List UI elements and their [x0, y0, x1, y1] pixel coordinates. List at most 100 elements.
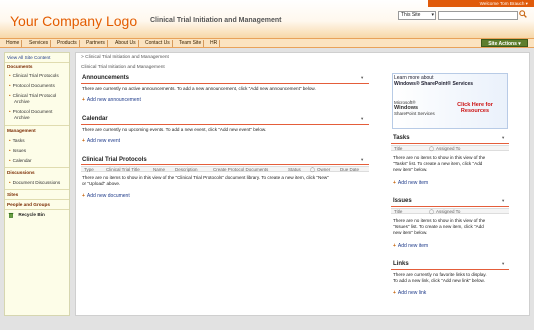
nav-item-protocol-documents[interactable]: Protocol Documents [9, 83, 55, 88]
tab-home[interactable]: Home [4, 40, 23, 47]
recycle-bin-link[interactable]: Recycle Bin [8, 212, 45, 218]
nav-divider [5, 199, 69, 200]
welcome-menu[interactable]: Welcome Tom Brauch ▾ [428, 0, 534, 7]
add-new-announcement-label: Add new announcement [86, 97, 141, 103]
issues-title[interactable]: Issues [393, 198, 412, 204]
tab-about-us[interactable]: About Us [113, 40, 139, 47]
webpart-rule [81, 164, 369, 165]
search-icon[interactable] [518, 10, 528, 20]
nav-divider [5, 209, 69, 210]
plus-icon: + [82, 193, 85, 199]
add-new-announcement-link[interactable]: + Add new announcement [82, 97, 141, 103]
menu-arrow-icon[interactable]: ▾ [502, 261, 504, 267]
column-header-assigned-to[interactable]: Assigned To [436, 146, 460, 152]
nav-item-clinical-trial-protocols[interactable]: Clinical Trial Protocols [9, 73, 59, 78]
chevron-down-icon: ▾ [431, 12, 434, 18]
webpart-rule [391, 206, 509, 207]
tab-partners[interactable]: Partners [84, 40, 108, 47]
add-new-event-label: Add new event [86, 138, 121, 144]
add-new-document-label: Add new document [86, 193, 130, 199]
plus-icon: + [393, 180, 396, 186]
column-header-due-date[interactable]: Due Date [340, 167, 359, 173]
add-new-link-label: Add new link [397, 290, 427, 296]
column-header-type[interactable]: Type [84, 167, 94, 173]
webpart-rule [391, 143, 509, 144]
nav-item-label-archive-2[interactable]: Archive [14, 115, 30, 120]
menu-arrow-icon[interactable]: ▾ [361, 157, 363, 163]
tasks-column-header-row: Title ◯ Assigned To [391, 145, 509, 151]
issues-empty-text-line3: new item" below. [393, 230, 428, 235]
nav-heading-sites[interactable]: Sites [7, 192, 18, 197]
plus-icon: + [82, 138, 85, 144]
calendar-title[interactable]: Calendar [82, 116, 108, 122]
add-new-link-link[interactable]: + Add new link [393, 290, 426, 296]
top-nav-bar: Home Services Products Partners About Us… [0, 38, 534, 48]
nav-heading-discussions[interactable]: Discussions [7, 170, 35, 175]
links-title[interactable]: Links [393, 261, 409, 267]
nav-heading-people-and-groups[interactable]: People and Groups [7, 202, 50, 207]
nav-item-tasks[interactable]: Tasks [9, 138, 25, 143]
plus-icon: + [82, 97, 85, 103]
tab-services[interactable]: Services [27, 40, 52, 47]
search-scope-value: This Site [401, 12, 421, 18]
nav-item-issues[interactable]: Issues [9, 148, 27, 153]
page-footer [75, 318, 530, 330]
column-header-owner[interactable]: Owner [317, 167, 330, 173]
nav-item-clinical-trial-protocol-archive[interactable]: Clinical Trial Protocol [9, 93, 57, 98]
nav-item-label-archive[interactable]: Archive [14, 99, 30, 104]
sort-icon: ◯ [429, 209, 435, 214]
nav-divider [5, 167, 69, 168]
promo-cta-line2: Resources [460, 108, 490, 114]
nav-item-protocol-document-archive[interactable]: Protocol Document [9, 109, 53, 114]
column-header-create-protocol-documents[interactable]: Create Protocol Documents [213, 167, 268, 173]
tasks-empty-text-line3: new item" below. [393, 167, 428, 172]
site-title[interactable]: Clinical Trial Initiation and Management [150, 17, 281, 24]
tab-hr[interactable]: HR [208, 40, 221, 47]
column-header-name[interactable]: Name [153, 167, 165, 173]
view-all-site-content-link[interactable]: View All Site Content [7, 55, 50, 60]
nav-divider [5, 62, 69, 63]
company-logo[interactable]: Your Company Logo [10, 13, 137, 29]
tab-team-site[interactable]: Team Site [177, 40, 205, 47]
column-header-clinical-trial-title[interactable]: Clinical Trial Title [106, 167, 140, 173]
nav-heading-documents[interactable]: Documents [7, 64, 33, 69]
webpart-rule [391, 269, 509, 270]
webpart-rule [81, 83, 369, 84]
tab-contact-us[interactable]: Contact Us [143, 40, 173, 47]
add-new-issue-label: Add new item [397, 243, 429, 249]
add-new-task-label: Add new item [397, 180, 429, 186]
add-new-document-link[interactable]: + Add new document [82, 193, 130, 199]
menu-arrow-icon[interactable]: ▾ [361, 116, 363, 122]
sort-icon: ◯ [429, 146, 435, 151]
protocols-column-header-row: Type Clinical Trial Title Name Descripti… [81, 166, 369, 172]
nav-item-document-discussions[interactable]: Document Discussions [9, 180, 61, 185]
add-new-task-link[interactable]: + Add new item [393, 180, 428, 186]
column-header-title[interactable]: Title [394, 146, 402, 152]
protocols-title[interactable]: Clinical Trial Protocols [82, 157, 147, 163]
column-header-status[interactable]: Status [288, 167, 301, 173]
nav-heading-management[interactable]: Management [7, 128, 36, 133]
webpart-rule [81, 124, 369, 125]
column-header-description[interactable]: Description [175, 167, 198, 173]
menu-arrow-icon[interactable]: ▾ [502, 135, 504, 141]
site-actions-button[interactable]: Site Actions ▾ [481, 39, 528, 47]
search-input[interactable] [438, 11, 518, 20]
nav-divider [5, 125, 69, 126]
tab-products[interactable]: Products [55, 40, 80, 47]
promo-cta[interactable]: Click Here for Resources [450, 102, 500, 114]
protocols-empty-text-line2: or "Upload" above. [82, 181, 121, 186]
column-header-assigned-to[interactable]: Assigned To [436, 209, 460, 215]
column-header-title[interactable]: Title [394, 209, 402, 215]
add-new-issue-link[interactable]: + Add new item [393, 243, 428, 249]
search-scope-select[interactable]: This Site ▾ [398, 11, 436, 20]
tasks-title[interactable]: Tasks [393, 135, 410, 141]
page-title: Clinical Trial Initiation and Management [81, 65, 165, 70]
plus-icon: + [393, 290, 396, 296]
menu-arrow-icon[interactable]: ▾ [502, 198, 504, 204]
announcements-title[interactable]: Announcements [82, 75, 129, 81]
add-new-event-link[interactable]: + Add new event [82, 138, 120, 144]
nav-item-calendar[interactable]: Calendar [9, 158, 32, 163]
menu-arrow-icon[interactable]: ▾ [361, 75, 363, 81]
plus-icon: + [393, 243, 396, 249]
breadcrumb[interactable]: > Clinical Trial Initiation and Manageme… [81, 55, 169, 60]
